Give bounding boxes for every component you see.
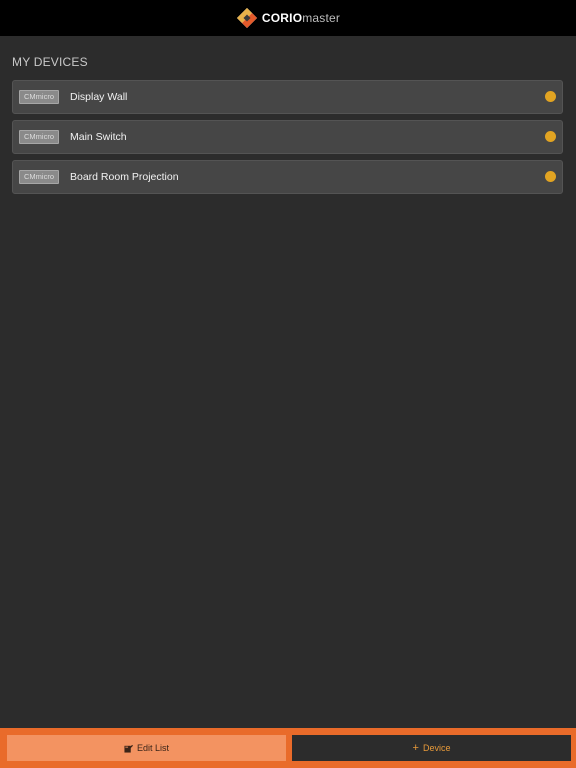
add-device-button[interactable]: + Device [292, 735, 571, 761]
edit-list-button[interactable]: Edit List [7, 735, 286, 761]
device-list: CMmicro Display Wall CMmicro Main Switch… [12, 80, 563, 200]
device-name: Display Wall [70, 91, 128, 103]
device-row[interactable]: CMmicro Display Wall [12, 80, 563, 114]
add-device-label: Device [422, 743, 451, 753]
logo-text-light: master [302, 11, 341, 25]
bottom-toolbar: Edit List + Device [0, 728, 576, 768]
edit-list-label: Edit List [136, 743, 169, 753]
corio-master-logo: CORIOmaster [236, 7, 340, 29]
device-model-tag: CMmicro [19, 90, 59, 104]
logo-text-bold: CORIO [261, 11, 303, 25]
app-window: CORIOmaster MY DEVICES CMmicro Display W… [0, 0, 576, 768]
corio-logo-icon [236, 8, 257, 28]
device-name: Board Room Projection [70, 171, 179, 183]
plus-icon: + [412, 742, 419, 754]
status-dot-icon [545, 171, 556, 182]
edit-icon [124, 744, 133, 753]
device-row[interactable]: CMmicro Main Switch [12, 120, 563, 154]
device-name: Main Switch [70, 131, 127, 143]
device-model-tag: CMmicro [19, 130, 59, 144]
app-header: CORIOmaster [0, 0, 576, 36]
status-dot-icon [545, 91, 556, 102]
device-model-tag: CMmicro [19, 170, 59, 184]
logo-wordmark: CORIOmaster [262, 11, 340, 25]
device-row[interactable]: CMmicro Board Room Projection [12, 160, 563, 194]
section-title: MY DEVICES [12, 55, 88, 69]
status-dot-icon [545, 131, 556, 142]
